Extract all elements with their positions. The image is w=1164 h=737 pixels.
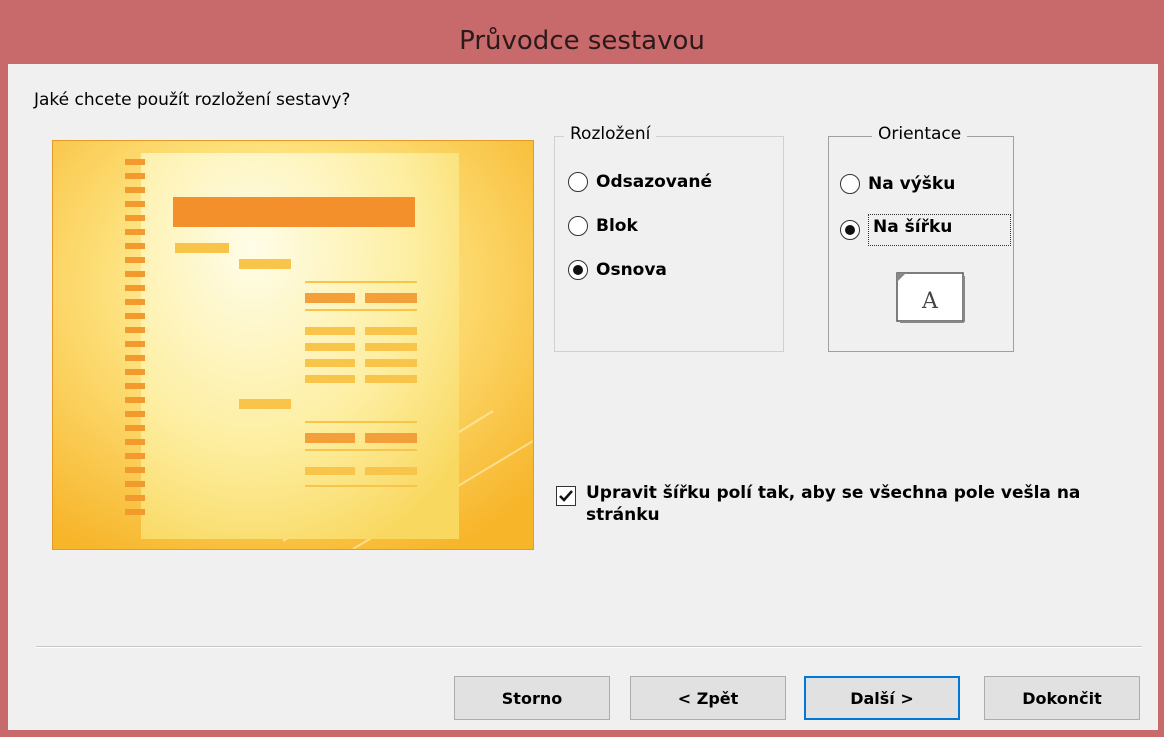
layout-preview-image [52, 140, 534, 550]
radio-circle[interactable] [568, 260, 588, 280]
fit-fields-label: Upravit šířku polí tak, aby se všechna p… [586, 483, 1081, 525]
radio-label-na-sirku: Na šířku [868, 214, 1012, 246]
radio-circle[interactable] [840, 174, 860, 194]
radio-circle[interactable] [568, 172, 588, 192]
dialog-window: Průvodce sestavou Jaké chcete použít roz… [0, 0, 1164, 737]
layout-group [554, 136, 784, 352]
next-button[interactable]: Další > [804, 676, 960, 720]
radio-selected-dot [573, 265, 583, 275]
dialog-client-area: Jaké chcete použít rozložení sestavy? Ro… [8, 64, 1158, 730]
back-button[interactable]: < Zpět [630, 676, 786, 720]
window-title: Průvodce sestavou [459, 26, 705, 56]
cancel-button[interactable]: Storno [454, 676, 610, 720]
checkmark-icon [559, 490, 573, 502]
title-bar[interactable]: Průvodce sestavou [0, 0, 1164, 64]
radio-circle[interactable] [840, 220, 860, 240]
radio-selected-dot [845, 225, 855, 235]
layout-question: Jaké chcete použít rozložení sestavy? [34, 90, 351, 110]
landscape-icon-letter: A [921, 289, 939, 314]
radio-blok[interactable]: Blok [568, 216, 638, 236]
fit-fields-checkbox-row[interactable]: Upravit šířku polí tak, aby se všechna p… [556, 482, 1106, 526]
radio-circle[interactable] [568, 216, 588, 236]
landscape-page-icon: A [896, 272, 968, 324]
radio-na-vysku[interactable]: Na výšku [840, 174, 955, 194]
radio-label-na-vysku: Na výšku [868, 174, 956, 194]
button-separator [36, 646, 1142, 648]
radio-label-osnova: Osnova [596, 260, 667, 280]
radio-label-blok: Blok [596, 216, 638, 236]
fit-fields-checkbox[interactable] [556, 486, 576, 506]
radio-osnova[interactable]: Osnova [568, 260, 667, 280]
radio-label-odsazovane: Odsazované [596, 172, 712, 192]
layout-group-legend: Rozložení [564, 124, 657, 144]
orientation-group-legend: Orientace [872, 124, 968, 144]
radio-odsazovane[interactable]: Odsazované [568, 172, 712, 192]
finish-button[interactable]: Dokončit [984, 676, 1140, 720]
radio-na-sirku[interactable]: Na šířku [840, 214, 1012, 246]
